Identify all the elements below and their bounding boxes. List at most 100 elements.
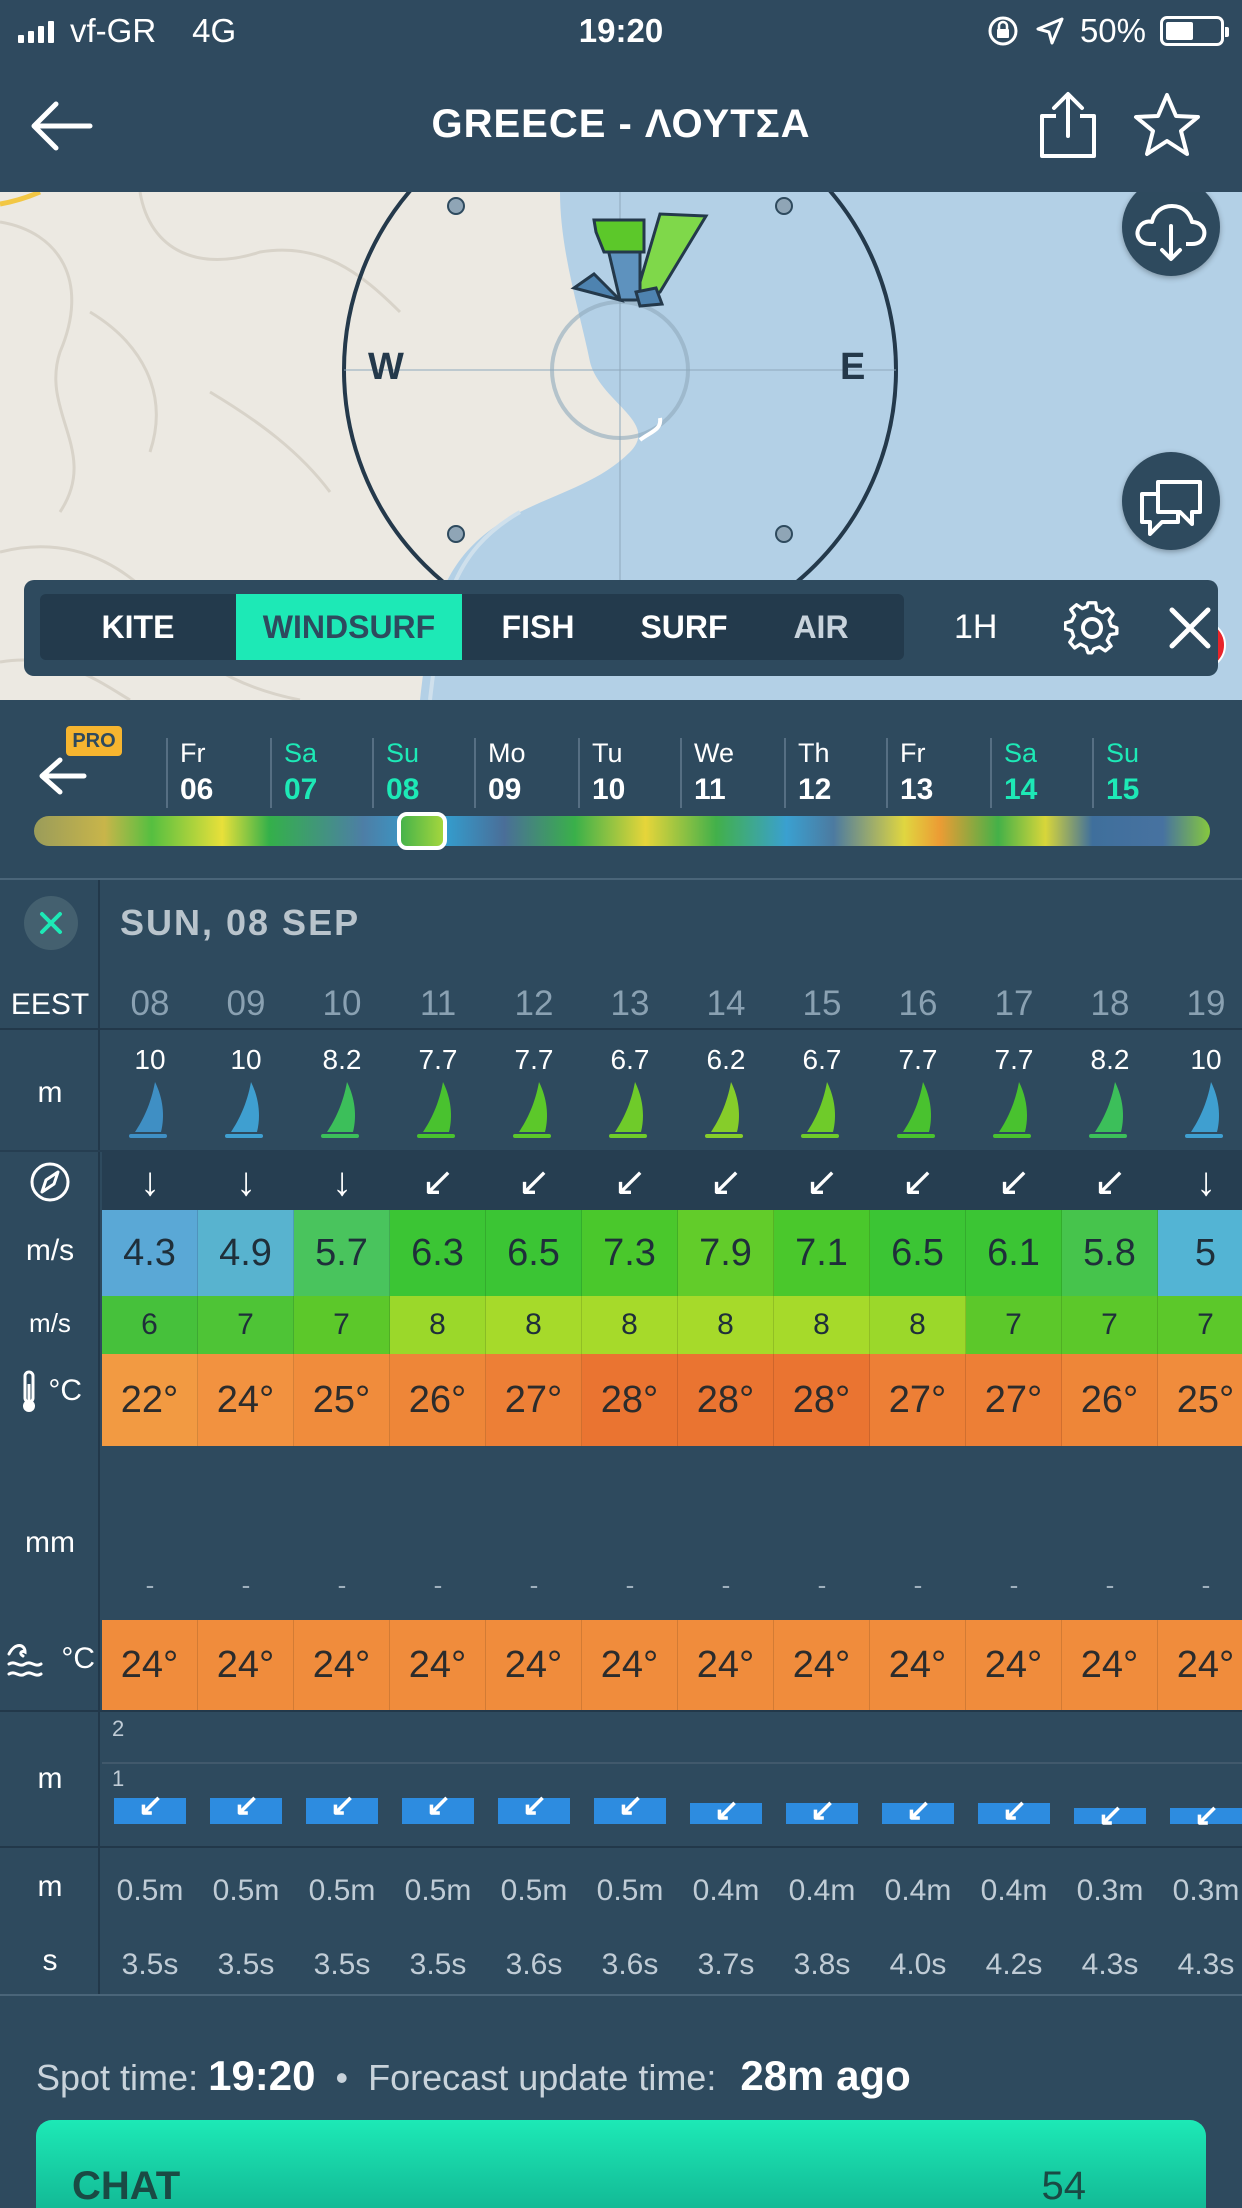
wind-direction-arrow-icon: ↙ [901,1160,935,1204]
previous-days-arrow-icon[interactable] [38,756,88,796]
interval-toggle[interactable]: 1H [954,608,997,647]
wave-bar: ↙ [498,1789,570,1824]
tab-kite[interactable]: KITE [40,594,236,660]
update-info: Spot time: 19:20 • Forecast update time:… [36,2052,911,2100]
day-item[interactable]: Fr 06 [166,738,213,808]
day-item[interactable]: Th 12 [784,738,831,808]
temperature-cell: 28° [774,1354,870,1446]
windsurf-sail-icon [801,1082,839,1138]
windsurf-sail-icon [897,1082,935,1138]
close-day-button[interactable] [24,896,78,950]
wind-unit-label: m/s [25,1234,75,1267]
wind-speed-cell: 4.3 [102,1210,198,1296]
wave-period-cell: 4.2s [985,1948,1043,1981]
timeline-selection-handle[interactable] [397,812,447,850]
timezone-label: EEST [10,988,90,1021]
sea-temperature-cell: 24° [390,1620,486,1710]
wave-axis-1: 1 [112,1766,125,1791]
wind-timeline-bar[interactable] [34,816,1210,846]
sea-temperature-cell: 24° [678,1620,774,1710]
share-icon[interactable] [1036,90,1100,160]
sea-temperature-cell: 24° [774,1620,870,1710]
day-item[interactable]: Sa 07 [270,738,317,808]
offline-download-button[interactable] [1122,192,1220,276]
pro-badge: PRO [66,726,122,756]
gear-icon[interactable] [1064,600,1120,656]
chat-button-count: 54 [1041,2164,1087,2208]
sea-temperature-cell: 24° [102,1620,198,1710]
day-item[interactable]: Sa 14 [990,738,1037,808]
sail-size: 10 [230,1044,262,1075]
wave-direction-arrow-icon: ↙ [1194,1799,1220,1833]
wind-direction-arrow-icon: ↙ [805,1160,839,1204]
temp-unit: °C [48,1373,82,1407]
tab-fish[interactable]: FISH [462,594,614,660]
wave-bar: ↙ [402,1789,474,1824]
wind-speed-cell: 5.7 [294,1210,390,1296]
wind-speed-cell: 5.8 [1062,1210,1158,1296]
sail-size: 7.7 [418,1044,458,1075]
hour-cell: 14 [706,984,746,1023]
rain-cell: - [337,1570,347,1600]
day-item[interactable]: Su 08 [372,738,419,808]
wind-direction-arrow-icon: ↙ [613,1160,647,1204]
favorite-star-icon[interactable] [1132,90,1202,160]
day-number: 11 [694,773,726,806]
gust-cell: 6 [102,1296,198,1354]
day-number: 13 [900,773,934,806]
day-item[interactable]: Fr 13 [886,738,933,808]
wind-direction-arrow-icon: ↙ [997,1160,1031,1204]
sail-cell: 7.7 [486,1040,582,1150]
waves-icon [7,1644,43,1677]
temperature-cell: 28° [582,1354,678,1446]
windsurf-sail-icon [1185,1082,1223,1138]
wave-height-cell: 0.5m [308,1874,376,1907]
day-item[interactable]: We 11 [680,738,734,808]
tab-windsurf[interactable]: WINDSURF [236,594,462,660]
status-bar: vf-GR 4G 19:20 50% [0,0,1242,62]
hour-cell: 16 [898,984,938,1023]
gust-cell: 7 [294,1296,390,1354]
wave-axis-2: 2 [112,1716,125,1741]
tab-air[interactable]: AIR [754,594,888,660]
compass-west-label: W [368,346,404,388]
sea-temperature-cell: 24° [870,1620,966,1710]
rain-cell: - [817,1570,827,1600]
temperature-cell: 25° [1158,1354,1242,1446]
sea-temperature-cell: 24° [486,1620,582,1710]
day-item[interactable]: Tu 10 [578,738,625,808]
sail-cell: 6.7 [582,1040,678,1150]
compass-east-label: E [840,346,866,388]
open-chat-button[interactable]: CHAT 54 [36,2120,1206,2208]
day-item[interactable]: Su 15 [1092,738,1139,808]
sail-cell: 6.2 [678,1040,774,1150]
day-item[interactable]: Mo 09 [474,738,526,808]
gust-row: 677888888777 [102,1296,1242,1354]
day-title: SUN, 08 SEP [120,902,361,943]
chat-button[interactable] [1122,452,1220,550]
hour-cell: 10 [322,984,362,1023]
rain-cell: - [145,1570,155,1600]
tab-surf[interactable]: SURF [614,594,754,660]
sail-size: 10 [134,1044,166,1075]
wave-period-cell: 3.7s [697,1948,755,1981]
spot-time-value: 19:20 [208,2052,316,2099]
close-icon[interactable] [1166,604,1214,652]
wave-bar: ↙ [210,1789,282,1824]
day-number: 14 [1004,773,1038,806]
wave-height-cell: 0.3m [1172,1874,1240,1907]
spot-map[interactable]: W E 54 KITE WINDSURF FISH SURF AIR 1H [0,192,1242,700]
wave-height-cell: 0.4m [980,1874,1048,1907]
wave-direction-arrow-icon: ↙ [1002,1794,1028,1828]
windsurf-sail-icon [129,1082,167,1138]
sea-temperature-cell: 24° [1158,1620,1242,1710]
sail-cell: 7.7 [390,1040,486,1150]
wave-period-cell: 3.5s [409,1948,467,1981]
wave-height-cell: 0.5m [500,1874,568,1907]
day-name: Tu [592,738,623,768]
gust-cell: 7 [966,1296,1062,1354]
sail-cell: 8.2 [1062,1040,1158,1150]
wind-speed-cell: 7.1 [774,1210,870,1296]
sail-size: 6.7 [802,1044,842,1075]
sail-cell: 8.2 [294,1040,390,1150]
